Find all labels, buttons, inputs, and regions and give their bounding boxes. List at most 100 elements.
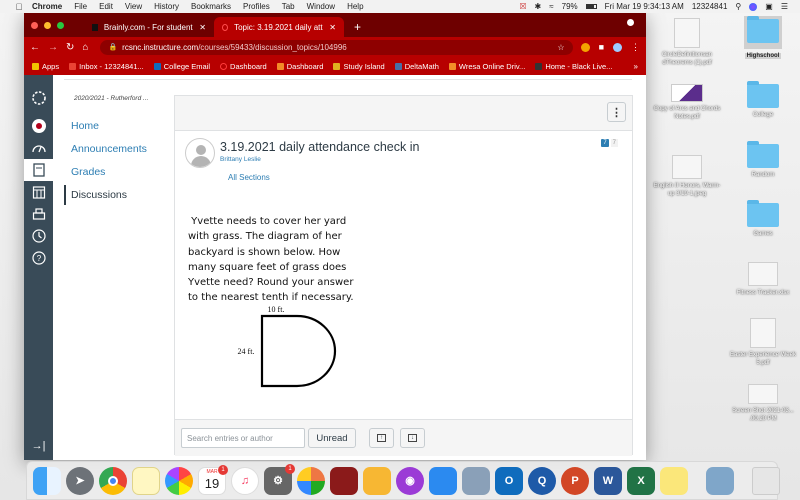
apple-menu-icon[interactable]:  xyxy=(14,2,24,12)
account-avatar-icon[interactable] xyxy=(24,115,53,137)
notification-center-icon[interactable]: ☰ xyxy=(781,2,788,11)
inbox-icon[interactable] xyxy=(24,203,53,225)
extension-icon[interactable] xyxy=(580,42,590,52)
help-icon[interactable]: ? xyxy=(24,247,53,269)
tab-brainly[interactable]: Brainly.com - For students. By ✕ xyxy=(84,17,214,37)
battery-icon[interactable] xyxy=(585,4,597,9)
course-nav-announcements[interactable]: Announcements xyxy=(64,139,169,159)
options-menu-button[interactable]: ⋮ xyxy=(607,102,626,122)
sections-link[interactable]: All Sections xyxy=(228,173,270,182)
launchpad-icon[interactable]: ➤ xyxy=(66,466,94,495)
music-icon[interactable]: ♫ xyxy=(231,466,259,495)
address-bar[interactable]: 🔒 rcsnc.instructure.com/courses/59433/di… xyxy=(100,39,573,55)
siri-icon[interactable] xyxy=(749,2,758,11)
menu-bookmarks[interactable]: Bookmarks xyxy=(191,2,231,11)
profile-avatar[interactable] xyxy=(613,42,622,52)
desktop-file-fitness-tracker[interactable]: Fitness Tracker.xlsx xyxy=(728,262,798,297)
collapse-threads-button[interactable]: ↓ xyxy=(400,428,425,448)
course-breadcrumb[interactable]: 2020/2021 - Rutherford ... xyxy=(74,95,169,102)
bookmark-dashboard-canvas[interactable]: Dashboard xyxy=(220,62,267,71)
bluetooth-icon[interactable]: ✱ xyxy=(535,2,542,11)
extensions-puzzle-icon[interactable]: ■ xyxy=(599,42,604,52)
outlook-app-icon[interactable]: O xyxy=(495,466,523,495)
close-tab-icon[interactable]: ✕ xyxy=(199,23,206,32)
back-icon[interactable]: ← xyxy=(30,42,40,53)
user-name[interactable]: 12324841 xyxy=(692,2,728,11)
desktop-folder-games[interactable]: Games xyxy=(728,200,798,238)
menu-app-name[interactable]: Chrome xyxy=(32,2,62,11)
wifi-icon[interactable]: ≈ xyxy=(549,2,553,11)
bookmark-deltamath[interactable]: DeltaMath xyxy=(394,62,439,71)
course-nav-grades[interactable]: Grades xyxy=(64,162,169,182)
display-icon[interactable]: ▣ xyxy=(765,2,773,11)
photos-icon[interactable] xyxy=(165,466,193,495)
image-capture-icon[interactable] xyxy=(706,466,734,495)
more-bookmarks-button[interactable]: » xyxy=(634,62,638,71)
forward-icon[interactable]: → xyxy=(48,42,58,53)
desktop-file-easter-experience[interactable]: Easter Experience Week 5.pdf xyxy=(728,318,798,367)
lock-icon[interactable]: 🔒 xyxy=(108,43,117,51)
course-nav-home[interactable]: Home xyxy=(64,116,169,136)
photo-booth-icon[interactable] xyxy=(330,466,358,495)
desktop-file-english-warmup[interactable]: English II Honors, Warm-up 3/19-1.jpeg xyxy=(652,155,722,198)
status-extension-icon[interactable]: ☒ xyxy=(519,2,526,11)
menu-view[interactable]: View xyxy=(125,2,142,11)
author-link[interactable]: Brittany Leslie xyxy=(220,156,261,163)
bookmark-inbox[interactable]: Inbox - 12324841... xyxy=(69,62,144,71)
desktop-file-screenshot[interactable]: Screen Shot 2021-03... .00.20 PM xyxy=(728,384,798,423)
course-nav-discussions[interactable]: Discussions xyxy=(64,185,169,205)
tab-discussion-topic[interactable]: Topic: 3.19.2021 daily attendar ✕ xyxy=(214,17,344,37)
bookmark-home-black-live[interactable]: Home - Black Live... xyxy=(535,62,612,71)
menu-edit[interactable]: Edit xyxy=(99,2,113,11)
menu-tab[interactable]: Tab xyxy=(282,2,295,11)
home-icon[interactable]: ⌂ xyxy=(82,42,88,53)
desktop-folder-college[interactable]: College xyxy=(728,81,798,119)
bookmark-apps[interactable]: Apps xyxy=(32,62,59,71)
reload-icon[interactable]: ↻ xyxy=(66,42,74,53)
collapse-nav-icon[interactable]: →| xyxy=(32,440,46,452)
bookmark-wresa[interactable]: Wresa Online Driv... xyxy=(448,62,525,71)
zoom-window-button[interactable] xyxy=(57,22,64,29)
tab-search-icon[interactable] xyxy=(627,19,634,26)
menu-history[interactable]: History xyxy=(154,2,179,11)
desktop-folder-highschool[interactable]: Highschool xyxy=(728,16,798,60)
bookmark-study-island[interactable]: Study Island xyxy=(333,62,385,71)
finder-icon[interactable] xyxy=(33,466,61,495)
menu-help[interactable]: Help xyxy=(347,2,363,11)
unread-filter-button[interactable]: Unread xyxy=(308,428,356,448)
menu-window[interactable]: Window xyxy=(307,2,335,11)
new-tab-button[interactable]: + xyxy=(354,20,361,37)
author-avatar[interactable] xyxy=(185,138,215,168)
desktop-folder-random[interactable]: Random xyxy=(728,141,798,179)
menu-file[interactable]: File xyxy=(74,2,87,11)
clock[interactable]: Fri Mar 19 9:34:13 AM xyxy=(605,2,684,11)
system-preferences-icon[interactable]: ⚙ 1 xyxy=(264,463,295,495)
bookmark-star-icon[interactable]: ☆ xyxy=(557,43,564,52)
chrome-icon[interactable] xyxy=(99,466,127,495)
history-icon[interactable] xyxy=(24,225,53,247)
notes-icon[interactable] xyxy=(132,466,160,495)
remote-desktop-icon[interactable] xyxy=(297,466,325,495)
courses-icon[interactable] xyxy=(24,159,53,181)
excel-icon[interactable]: X xyxy=(627,466,655,495)
quicktime-icon[interactable]: Q xyxy=(528,466,556,495)
trash-icon[interactable] xyxy=(752,466,780,495)
close-window-button[interactable] xyxy=(31,22,38,29)
stickies-icon[interactable] xyxy=(660,466,688,495)
search-entries-input[interactable] xyxy=(181,428,305,448)
calendar-icon[interactable] xyxy=(24,181,53,203)
bookmark-dashboard[interactable]: Dashboard xyxy=(276,62,323,71)
close-tab-icon[interactable]: ✕ xyxy=(329,23,336,32)
desktop-file-circle-definitions[interactable]: CircleDefinitionsan dTheorems (1).pdf xyxy=(652,18,722,67)
bookmark-college-email[interactable]: College Email xyxy=(153,62,210,71)
calendar-app-icon[interactable]: MAR 19 1 xyxy=(198,464,228,495)
dashboard-icon[interactable] xyxy=(24,137,53,159)
expand-threads-button[interactable]: ↑ xyxy=(369,428,394,448)
spotlight-icon[interactable]: ⚲ xyxy=(735,2,741,11)
menu-profiles[interactable]: Profiles xyxy=(243,2,270,11)
podcasts-icon[interactable]: ◉ xyxy=(396,466,424,495)
canvas-logo-icon[interactable] xyxy=(24,87,53,109)
preview-icon[interactable] xyxy=(462,466,490,495)
word-icon[interactable]: W xyxy=(594,466,622,495)
keynote-icon[interactable] xyxy=(429,466,457,495)
